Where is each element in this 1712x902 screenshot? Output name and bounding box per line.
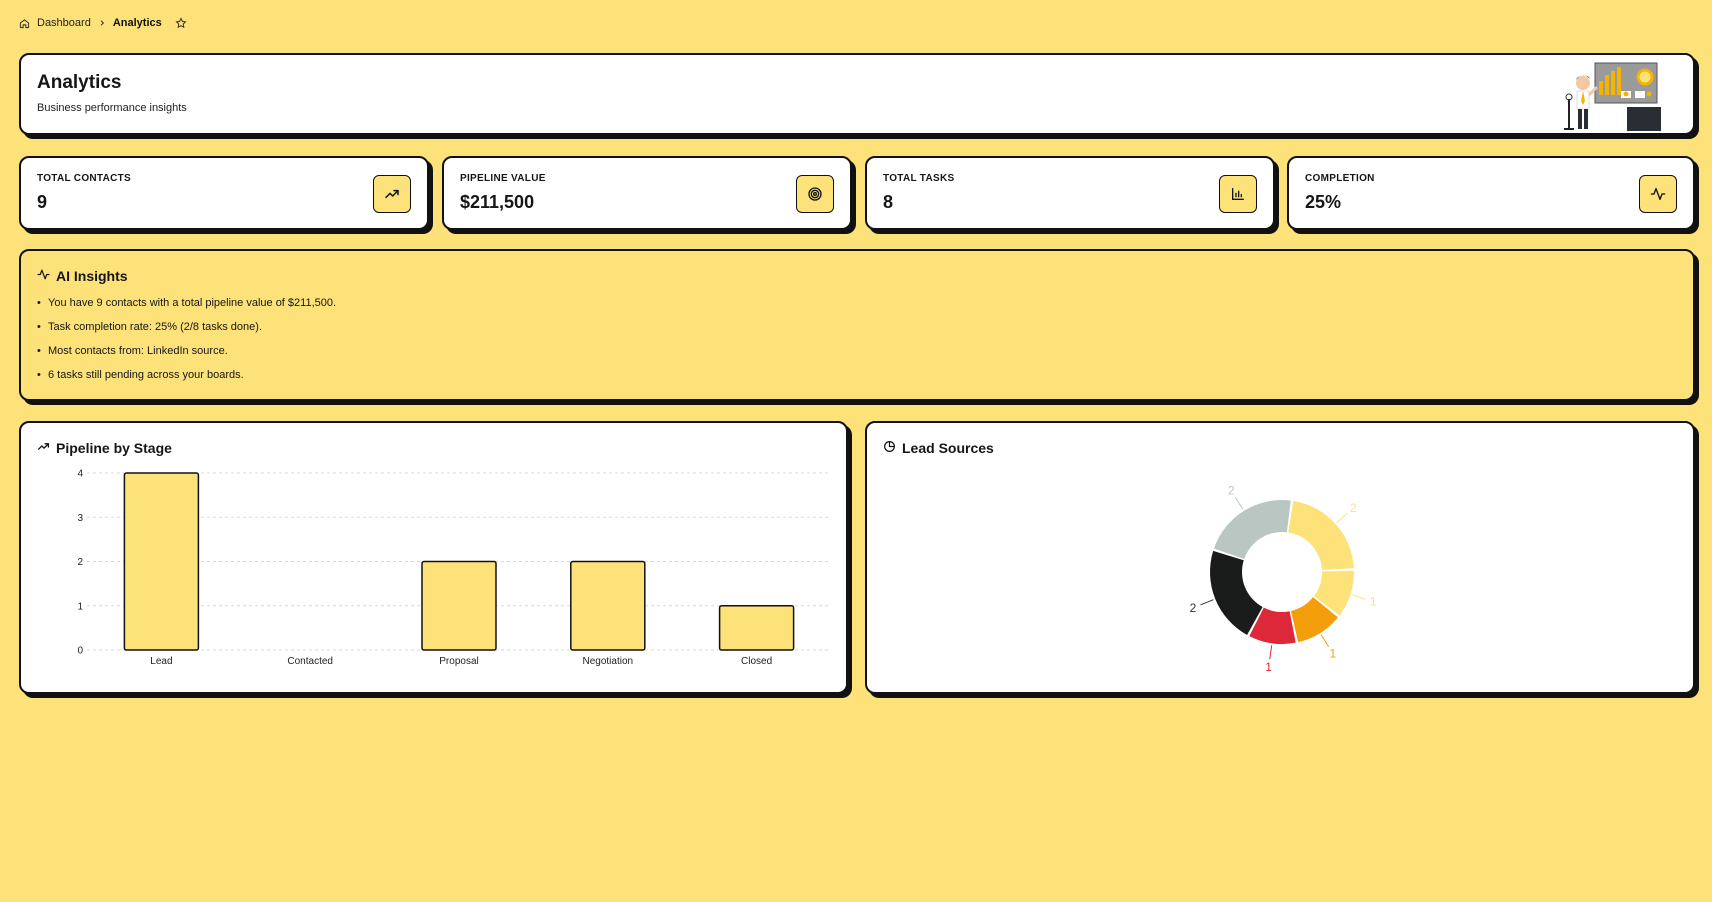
stat-value: $211,500: [460, 192, 535, 212]
x-tick-label: Proposal: [439, 656, 478, 667]
home-icon[interactable]: [19, 18, 30, 29]
stat-label: PIPELINE VALUE: [460, 173, 546, 184]
stat-value: 9: [37, 192, 48, 212]
stat-value: 25%: [1305, 192, 1342, 212]
list-item: Most contacts from: LinkedIn source.: [37, 343, 336, 367]
donut-slice: [1288, 500, 1354, 570]
chevron-right-icon: [98, 19, 106, 27]
x-tick-label: Negotiation: [583, 656, 634, 667]
bar: [123, 472, 200, 651]
list-item: Task completion rate: 25% (2/8 tasks don…: [37, 319, 336, 343]
y-tick-label: 3: [77, 513, 83, 524]
donut-slice: [1210, 550, 1263, 635]
stat-label: TOTAL CONTACTS: [37, 173, 132, 184]
y-tick-label: 4: [77, 469, 83, 480]
page-header-card: Analytics Business performance insights: [19, 53, 1695, 135]
slice-label: 1: [1370, 595, 1377, 609]
page-title: Analytics: [37, 72, 122, 93]
list-item: 6 tasks still pending across your boards…: [37, 367, 336, 391]
slice-label: 2: [1350, 501, 1357, 515]
list-item: You have 9 contacts with a total pipelin…: [37, 295, 336, 319]
activity-icon: [37, 268, 50, 284]
stat-card-total-contacts: TOTAL CONTACTS 9: [19, 156, 429, 230]
slice-leader-line: [1320, 634, 1330, 647]
y-tick-label: 0: [77, 646, 83, 657]
slice-label: 2: [1190, 601, 1197, 615]
bar: [718, 605, 795, 651]
stat-value: 8: [883, 192, 894, 212]
x-tick-label: Closed: [741, 656, 772, 667]
ai-insights-title: AI Insights: [56, 268, 128, 284]
lead-sources-title: Lead Sources: [902, 440, 994, 456]
pipeline-title: Pipeline by Stage: [56, 440, 172, 456]
lead-sources-donut-chart: 2 1 1 1 2 2: [1190, 484, 1377, 674]
donut-slice: [1213, 500, 1291, 559]
page-subtitle: Business performance insights: [37, 102, 187, 114]
slice-leader-line: [1200, 599, 1214, 606]
ai-insights-header: AI Insights: [37, 268, 128, 284]
slice-label: 2: [1228, 484, 1235, 498]
ai-insights-card: AI Insights You have 9 contacts with a t…: [19, 249, 1695, 401]
lead-sources-card: 2 1 1 1 2 2 Lead Sources: [865, 421, 1695, 694]
slice-label: 1: [1329, 646, 1336, 660]
slice-leader-line: [1336, 512, 1348, 523]
pie-chart-icon: [883, 440, 896, 456]
activity-icon: [1639, 175, 1677, 213]
bar: [421, 560, 497, 651]
stat-card-completion: COMPLETION 25%: [1287, 156, 1695, 230]
stat-label: TOTAL TASKS: [883, 173, 955, 184]
pipeline-header: Pipeline by Stage: [37, 440, 172, 456]
x-tick-label: Contacted: [287, 656, 333, 667]
pipeline-bar-chart: 0 1 2 3 4 Lead Contacted Proposal Negotiation Clo…: [77, 469, 831, 667]
y-tick-label: 1: [77, 601, 83, 612]
slice-leader-line: [1234, 497, 1244, 510]
stat-card-total-tasks: TOTAL TASKS 8: [865, 156, 1275, 230]
analytics-illustration: [1561, 61, 1671, 138]
lead-sources-header: Lead Sources: [883, 440, 994, 456]
breadcrumb-dashboard-link[interactable]: Dashboard: [37, 17, 91, 29]
breadcrumb-current: Analytics: [112, 17, 162, 29]
trending-up-icon: [37, 440, 50, 456]
bar: [570, 560, 646, 651]
slice-label: 1: [1265, 660, 1272, 674]
stat-label: COMPLETION: [1305, 173, 1375, 184]
bar-chart-icon: [1219, 175, 1257, 213]
stat-card-pipeline-value: PIPELINE VALUE $211,500: [442, 156, 852, 230]
breadcrumb: Dashboard Analytics: [19, 16, 187, 30]
pipeline-by-stage-card: 0 1 2 3 4 Lead Contacted Proposal Negotiation Clo…: [19, 421, 848, 694]
trending-up-icon: [373, 175, 411, 213]
x-tick-label: Lead: [150, 656, 172, 667]
target-icon: [796, 175, 834, 213]
y-tick-label: 2: [77, 557, 83, 568]
star-icon[interactable]: [175, 17, 187, 29]
insight-list: You have 9 contacts with a total pipelin…: [37, 295, 336, 391]
slice-leader-line: [1269, 645, 1273, 660]
slice-leader-line: [1352, 594, 1366, 600]
